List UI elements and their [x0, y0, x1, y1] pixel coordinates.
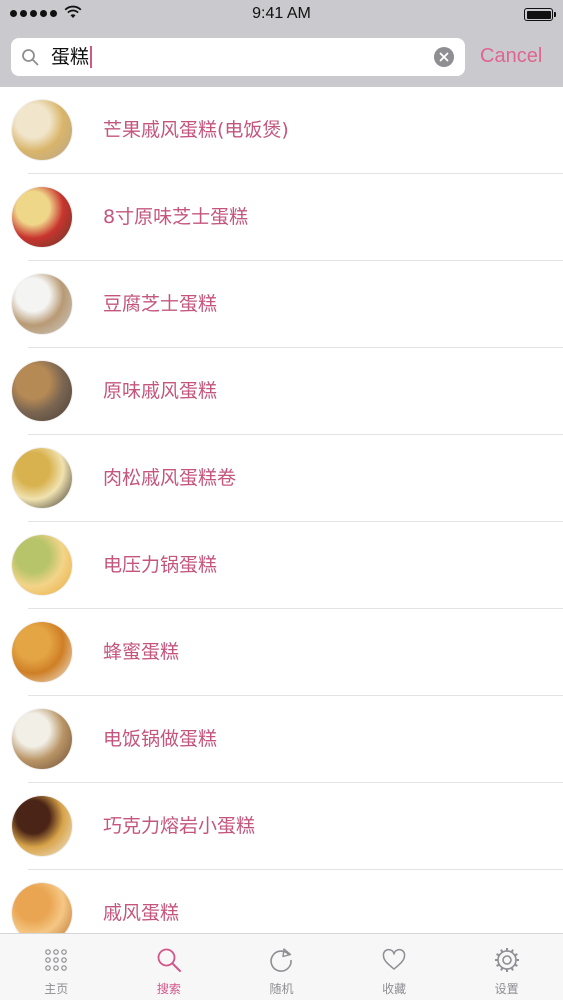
tab-label: 搜索 [156, 982, 181, 996]
result-row[interactable]: 原味戚风蛋糕 [0, 348, 563, 435]
result-row[interactable]: 电压力锅蛋糕 [0, 522, 563, 609]
recipe-thumbnail [12, 448, 72, 508]
result-title: 肉松戚风蛋糕卷 [103, 467, 237, 489]
tab-label: 设置 [494, 982, 519, 996]
status-bar: 9:41 AM [0, 0, 563, 30]
recipe-thumbnail [12, 100, 72, 160]
search-results-list[interactable]: 芒果戚风蛋糕(电饭煲) 8寸原味芝士蛋糕 豆腐芝士蛋糕 原味戚风蛋糕 肉松戚风蛋糕卷 电压… [0, 87, 563, 933]
result-row[interactable]: 肉松戚风蛋糕卷 [0, 435, 563, 522]
status-time: 9:41 AM [252, 5, 311, 22]
tab-gear[interactable]: 设置 [450, 934, 563, 1000]
heart-icon [380, 946, 408, 974]
tab-heart[interactable]: 收藏 [338, 934, 451, 1000]
result-title: 原味戚风蛋糕 [103, 380, 218, 402]
result-row[interactable]: 芒果戚风蛋糕(电饭煲) [0, 87, 563, 174]
search-query[interactable]: 蛋糕 [51, 46, 93, 68]
clear-search-icon[interactable] [434, 47, 454, 67]
recipe-thumbnail [12, 796, 72, 856]
recipe-thumbnail [12, 883, 72, 933]
result-title: 戚风蛋糕 [103, 902, 180, 924]
recipe-thumbnail [12, 622, 72, 682]
result-title: 8寸原味芝士蛋糕 [103, 206, 249, 228]
search-query-text: 蛋糕 [51, 46, 90, 68]
tab-label: 随机 [269, 982, 294, 996]
result-title: 蜂蜜蛋糕 [103, 641, 180, 663]
result-title: 豆腐芝士蛋糕 [103, 293, 218, 315]
gear-icon [493, 946, 521, 974]
result-row[interactable]: 巧克力熔岩小蛋糕 [0, 783, 563, 870]
tab-label: 主页 [44, 982, 69, 996]
result-title: 芒果戚风蛋糕(电饭煲) [103, 119, 289, 141]
tab-label: 收藏 [382, 982, 407, 996]
refresh-icon [267, 946, 295, 974]
battery-icon [524, 8, 556, 21]
result-row[interactable]: 电饭锅做蛋糕 [0, 696, 563, 783]
result-row[interactable]: 8寸原味芝士蛋糕 [0, 174, 563, 261]
result-row[interactable]: 蜂蜜蛋糕 [0, 609, 563, 696]
text-cursor [90, 46, 93, 68]
result-row[interactable]: 戚风蛋糕 [0, 870, 563, 933]
cancel-button[interactable]: Cancel [480, 43, 542, 69]
recipe-thumbnail [12, 274, 72, 334]
tab-grid[interactable]: 主页 [0, 934, 113, 1000]
result-title: 电饭锅做蛋糕 [103, 728, 218, 750]
search-icon [155, 946, 183, 974]
result-title: 电压力锅蛋糕 [103, 554, 218, 576]
search-input[interactable]: 蛋糕 [11, 38, 465, 76]
recipe-thumbnail [12, 361, 72, 421]
grid-icon [42, 946, 70, 974]
recipe-thumbnail [12, 535, 72, 595]
result-row[interactable]: 豆腐芝士蛋糕 [0, 261, 563, 348]
result-title: 巧克力熔岩小蛋糕 [103, 815, 256, 837]
tab-bar: 主页 搜索 随机 收藏 设置 [0, 933, 563, 1000]
search-icon [22, 49, 39, 66]
tab-search[interactable]: 搜索 [113, 934, 226, 1000]
tab-refresh[interactable]: 随机 [225, 934, 338, 1000]
recipe-thumbnail [12, 187, 72, 247]
search-header: 9:41 AM 蛋糕 Cancel [0, 0, 563, 87]
recipe-thumbnail [12, 709, 72, 769]
